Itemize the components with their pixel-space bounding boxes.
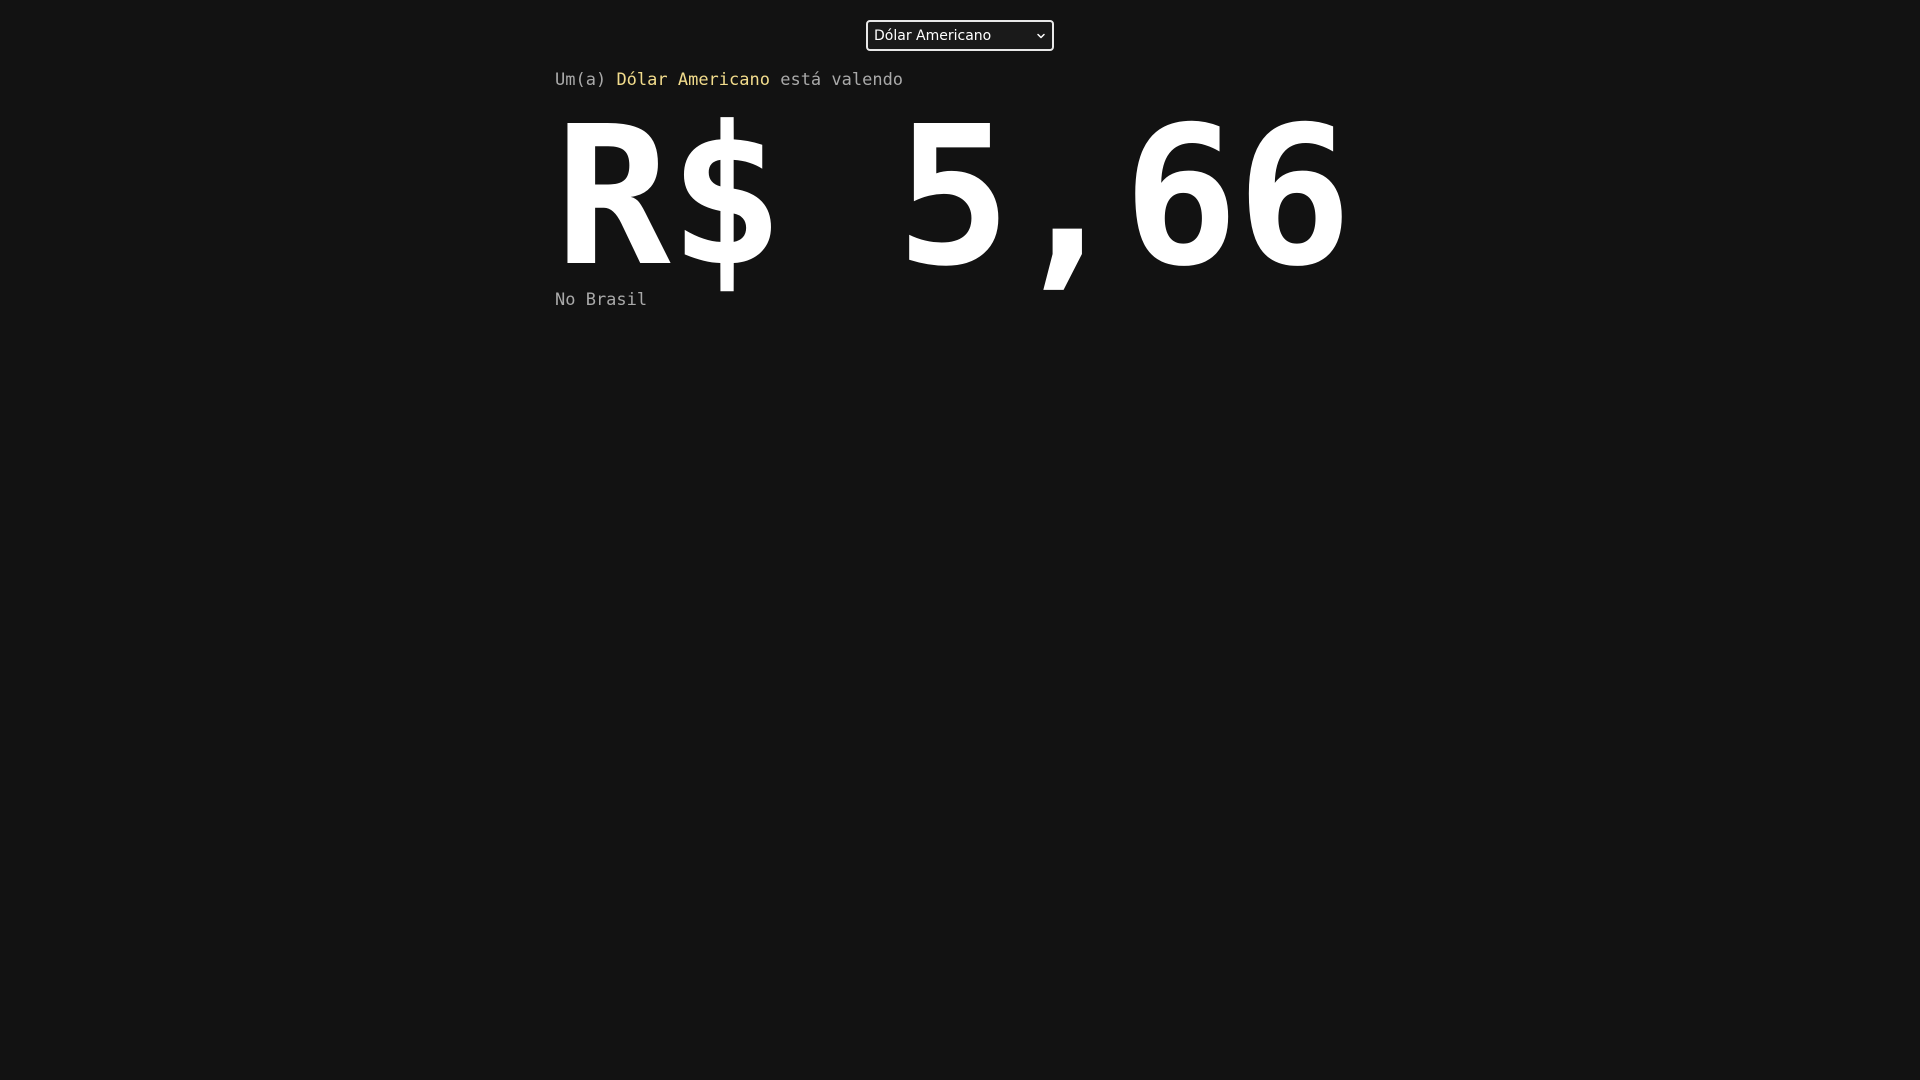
- exchange-rate-panel: Um(a) Dólar Americano está valendo R$ 5,…: [555, 68, 1352, 312]
- currency-select-value: Dólar Americano: [874, 27, 992, 44]
- price-value: R$ 5,66: [555, 86, 1352, 309]
- chevron-down-icon: [1036, 31, 1046, 41]
- currency-select[interactable]: Dólar Americano: [866, 20, 1054, 51]
